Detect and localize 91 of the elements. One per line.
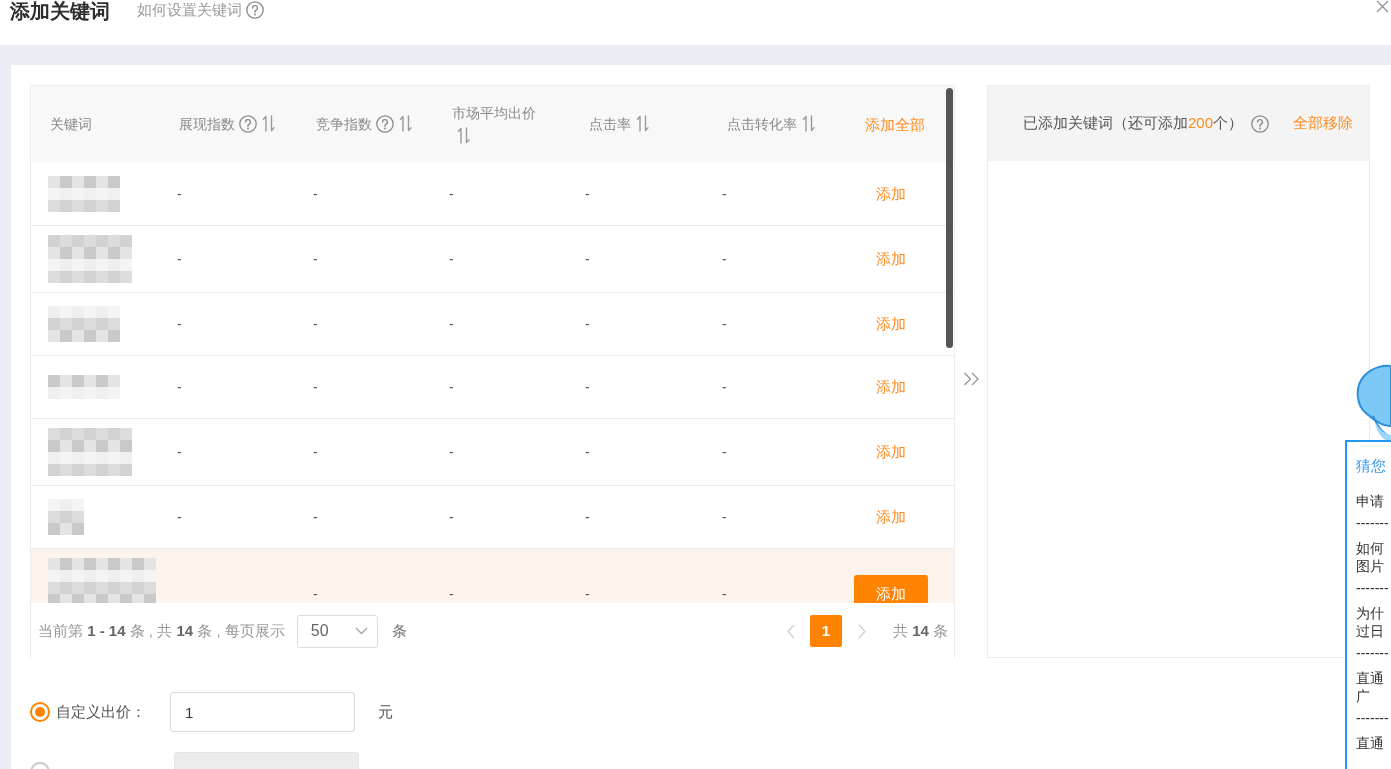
added-keywords-title: 已添加关键词（还可添加200个） xyxy=(1023,113,1244,134)
sort-icon[interactable] xyxy=(399,115,413,132)
table-cell: - xyxy=(722,509,727,525)
bid-amount-field[interactable]: 1 xyxy=(170,692,355,732)
column-header: 点击率 xyxy=(589,116,631,132)
table-cell: - xyxy=(585,316,590,332)
dashed-separator: ------- xyxy=(1356,579,1389,597)
help-question-link[interactable]: 申请 xyxy=(1356,492,1384,510)
table-cell: - xyxy=(177,379,182,395)
remove-all-link[interactable]: 全部移除 xyxy=(1293,112,1354,135)
dialog-title: 添加关键词 xyxy=(10,0,110,22)
table-cell: - xyxy=(722,251,727,267)
sort-icon[interactable] xyxy=(457,126,471,144)
table-cell: - xyxy=(449,586,454,602)
close-icon[interactable] xyxy=(1376,0,1389,13)
help-question-link[interactable]: 过日 xyxy=(1356,622,1384,640)
table-cell: - xyxy=(177,316,182,332)
unit-label: 元 xyxy=(378,701,393,722)
table-cell: - xyxy=(313,251,318,267)
help-question-link[interactable]: 如何 xyxy=(1356,539,1384,557)
help-icon[interactable] xyxy=(246,1,264,19)
sort-icon[interactable] xyxy=(802,115,816,132)
table-cell: - xyxy=(585,379,590,395)
scrollbar-thumb[interactable] xyxy=(946,88,953,348)
table-cell: - xyxy=(585,251,590,267)
sort-icon[interactable] xyxy=(636,115,650,132)
page-size-select[interactable]: 50 xyxy=(296,614,378,648)
pagination-total: 共 14 条 xyxy=(892,620,948,641)
column-header: 展现指数 xyxy=(179,116,235,132)
help-question-link[interactable]: 直通 xyxy=(1356,669,1384,687)
column-header: 市场平均出价 xyxy=(452,104,536,121)
table-cell: - xyxy=(585,586,590,602)
pixelated-text-drawing xyxy=(48,176,120,212)
add-link[interactable]: 添加 xyxy=(876,250,906,267)
table-cell: - xyxy=(449,509,454,525)
add-link[interactable]: 添加 xyxy=(876,443,906,460)
add-all-link[interactable]: 添加全部 xyxy=(865,115,925,133)
help-question-link[interactable]: 为什 xyxy=(1356,604,1384,622)
add-link[interactable]: 添加 xyxy=(876,315,906,332)
add-button[interactable]: 添加 xyxy=(854,575,928,603)
help-question-link[interactable]: 广 xyxy=(1356,687,1370,705)
table-cell: - xyxy=(313,444,318,460)
double-chevron-right-icon[interactable] xyxy=(963,372,980,386)
table-cell: - xyxy=(177,509,182,525)
table-cell: - xyxy=(449,251,454,267)
pixelated-text-drawing xyxy=(48,306,120,342)
table-cell: - xyxy=(449,186,454,202)
table-cell: - xyxy=(722,586,727,602)
column-header: 关键词 xyxy=(50,116,92,132)
chevron-down-icon xyxy=(354,627,368,635)
help-icon[interactable] xyxy=(376,115,394,133)
add-link[interactable]: 添加 xyxy=(876,378,906,395)
add-link[interactable]: 添加 xyxy=(876,508,906,525)
table-cell: - xyxy=(313,186,318,202)
help-icon[interactable] xyxy=(1251,114,1270,133)
page-button[interactable]: 1 xyxy=(809,615,842,647)
radio-button[interactable] xyxy=(30,702,50,722)
table-cell: - xyxy=(585,186,590,202)
table-cell: - xyxy=(177,444,182,460)
sort-icon[interactable] xyxy=(262,115,276,132)
table-cell: - xyxy=(722,379,727,395)
popup-title: 猜您 xyxy=(1356,456,1386,476)
bid-option-label: 自定义出价： xyxy=(56,701,147,722)
table-cell: - xyxy=(449,379,454,395)
table-cell: - xyxy=(449,444,454,460)
table-cell: - xyxy=(313,379,318,395)
help-question-link[interactable]: 直通 xyxy=(1356,734,1384,752)
table-cell: - xyxy=(449,316,454,332)
table-cell: - xyxy=(585,444,590,460)
pagination-summary: 当前第 1 - 14 条 , 共 14 条 , 每页展示 xyxy=(38,620,285,641)
table-cell: - xyxy=(722,316,727,332)
table-cell: - xyxy=(313,316,318,332)
dashed-separator: ------- xyxy=(1356,644,1389,662)
table-cell: - xyxy=(722,186,727,202)
column-header: 竞争指数 xyxy=(316,116,372,132)
table-cell: - xyxy=(313,509,318,525)
table-cell: - xyxy=(585,509,590,525)
help-icon[interactable] xyxy=(239,115,257,133)
column-header: 点击转化率 xyxy=(727,116,797,132)
table-cell: - xyxy=(177,186,182,202)
add-link[interactable]: 添加 xyxy=(876,185,906,202)
pixelated-text-drawing xyxy=(48,499,84,535)
table-cell: - xyxy=(177,251,182,267)
table-cell: - xyxy=(313,586,318,602)
page-size-unit: 条 xyxy=(391,620,407,641)
dashed-separator: ------- xyxy=(1356,514,1389,532)
pixelated-text-drawing xyxy=(48,375,120,399)
dashed-separator: ------- xyxy=(1356,709,1389,727)
table-cell: - xyxy=(722,444,727,460)
help-link[interactable]: 如何设置关键词 xyxy=(137,1,242,19)
help-question-link[interactable]: 图片 xyxy=(1356,557,1384,575)
